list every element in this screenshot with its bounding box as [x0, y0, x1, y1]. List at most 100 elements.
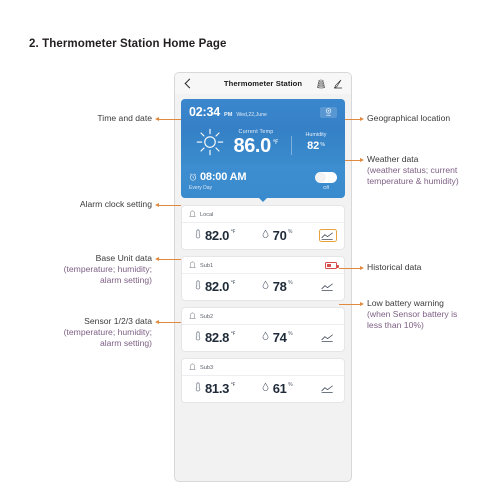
bell-icon[interactable]: [189, 312, 196, 321]
sensor-card-list: Local 82.0 ℉ 70 % Sub1 82.0 ℉ 78 % Sub2 …: [175, 198, 351, 403]
low-battery-icon: [325, 262, 339, 269]
humidity-value: 82: [307, 140, 320, 152]
weather-card: 02:34 PM Wed,22,June Current Temp 86.0 ℉…: [181, 99, 345, 165]
leader-line: [345, 160, 361, 161]
sensor-card-sub2[interactable]: Sub2 82.8 ℉ 74 %: [181, 307, 345, 352]
historical-data-button[interactable]: [319, 331, 337, 344]
historical-data-button[interactable]: [319, 280, 337, 293]
humidity-value: 74: [272, 330, 287, 345]
humidity-block: Humidity 82 %: [297, 132, 335, 152]
weather-top-row: 02:34 PM Wed,22,June: [189, 105, 337, 119]
historical-data-button[interactable]: [319, 382, 337, 395]
sensor-humidity: 70 %: [262, 229, 319, 242]
humidity-row: 82 %: [297, 141, 335, 152]
layers-icon[interactable]: [316, 79, 326, 89]
card-body: 82.0 ℉ 70 %: [182, 223, 344, 249]
card-body: 82.8 ℉ 74 %: [182, 325, 344, 351]
sensor-temperature: 82.8 ℉: [189, 331, 262, 344]
sensor-temperature: 81.3 ℉: [189, 382, 262, 395]
leader-arrow: [360, 116, 364, 121]
alarm-toggle-label: Off: [322, 185, 330, 190]
leader-arrow: [155, 116, 159, 121]
page-title: 2. Thermometer Station Home Page: [29, 38, 227, 50]
weather-main-row: Current Temp 86.0 ℉ Humidity 82 %: [189, 127, 337, 157]
leader-arrow: [360, 157, 364, 162]
humidity-unit: %: [288, 382, 293, 388]
leader-arrow: [360, 265, 364, 270]
pen-edit-icon[interactable]: [333, 79, 343, 89]
alarm-toggle[interactable]: [315, 172, 337, 183]
bell-icon[interactable]: [189, 261, 196, 270]
divider: [291, 135, 292, 155]
historical-data-button[interactable]: [318, 229, 337, 242]
time-meridiem: PM: [223, 112, 233, 118]
header-actions: [316, 79, 343, 89]
time-and-date: 02:34 PM Wed,22,June: [189, 105, 267, 119]
line-chart-icon: [321, 282, 334, 291]
annotation-title: Sensor 1/2/3 data: [84, 316, 152, 326]
card-body: 82.0 ℉ 78 %: [182, 274, 344, 300]
humidity-value: 70: [272, 228, 287, 243]
temperature-value: 82.0: [205, 228, 230, 243]
leader-line: [339, 304, 361, 305]
bell-icon[interactable]: [189, 210, 196, 219]
figure-page: 2. Thermometer Station Home Page Thermom…: [0, 0, 500, 500]
sensor-name: Sub2: [200, 313, 214, 320]
temperature-unit: ℉: [230, 229, 236, 235]
sensor-name: Local: [200, 211, 214, 218]
current-temperature-block: Current Temp 86.0 ℉: [221, 129, 291, 156]
alarm-repeat: Every Day: [189, 185, 213, 191]
humidity-value: 61: [272, 381, 287, 396]
temperature-value: 82.8: [205, 330, 230, 345]
alarm-setting-row[interactable]: 08:00 AM Every Day Off: [181, 165, 345, 202]
annotation-time-and-date: Time and date: [20, 113, 152, 124]
leader-line: [157, 322, 181, 323]
humidity-unit: %: [288, 331, 293, 337]
app-header: Thermometer Station: [175, 73, 351, 94]
sensor-card-local[interactable]: Local 82.0 ℉ 70 %: [181, 205, 345, 250]
annotation-sensor-data: Sensor 1/2/3 data (temperature; humidity…: [10, 316, 152, 349]
sensor-name: Sub3: [200, 364, 214, 371]
panel-notch: [258, 197, 268, 202]
annotation-low-battery-warning: Low battery warning (when Sensor battery…: [367, 298, 499, 331]
leader-arrow: [155, 319, 159, 324]
sensor-temperature: 82.0 ℉: [189, 229, 262, 242]
humidity-label: Humidity: [305, 132, 327, 138]
battery-level: [327, 263, 331, 268]
line-chart-icon: [321, 231, 334, 240]
humidity-unit: %: [320, 142, 325, 148]
temperature-unit: ℉: [230, 382, 236, 388]
bell-icon[interactable]: [189, 363, 196, 372]
thermometer-icon: [195, 382, 201, 392]
line-chart-icon: [321, 384, 334, 393]
thermometer-icon: [195, 331, 201, 341]
card-header: Sub1: [182, 257, 344, 274]
sensor-card-sub3[interactable]: Sub3 81.3 ℉ 61 %: [181, 358, 345, 403]
annotation-title: Weather data: [367, 154, 419, 164]
temperature-unit: ℉: [230, 280, 236, 286]
leader-line: [345, 119, 361, 120]
annotation-geographical-location: Geographical location: [367, 113, 495, 124]
humidity-unit: %: [288, 280, 293, 286]
card-body: 81.3 ℉ 61 %: [182, 376, 344, 402]
geographical-location-button[interactable]: [320, 106, 337, 118]
alarm-toggle-group: Off: [315, 172, 337, 190]
annotation-weather-data: Weather data (weather status; current te…: [367, 154, 495, 187]
thermometer-icon: [195, 229, 201, 239]
sensor-temperature: 82.0 ℉: [189, 280, 262, 293]
leader-line: [339, 268, 361, 269]
alarm-time-row: 08:00 AM: [189, 171, 315, 183]
thermometer-icon: [195, 280, 201, 290]
sensor-humidity: 61 %: [262, 382, 319, 395]
annotation-subtitle: (weather status; current temperature & h…: [367, 165, 459, 186]
annotation-title: Alarm clock setting: [79, 199, 152, 209]
annotation-subtitle: (temperature; humidity; alarm setting): [63, 264, 152, 285]
annotation-subtitle: (temperature; humidity; alarm setting): [63, 327, 152, 348]
sensor-card-sub1[interactable]: Sub1 82.0 ℉ 78 %: [181, 256, 345, 301]
water-drop-icon: [262, 280, 269, 289]
line-chart-icon: [321, 333, 334, 342]
current-temp-label: Current Temp: [238, 128, 274, 135]
alarm-clock-icon: [189, 173, 197, 181]
water-drop-icon: [262, 229, 269, 238]
current-temp-value: 86.0: [233, 134, 271, 157]
